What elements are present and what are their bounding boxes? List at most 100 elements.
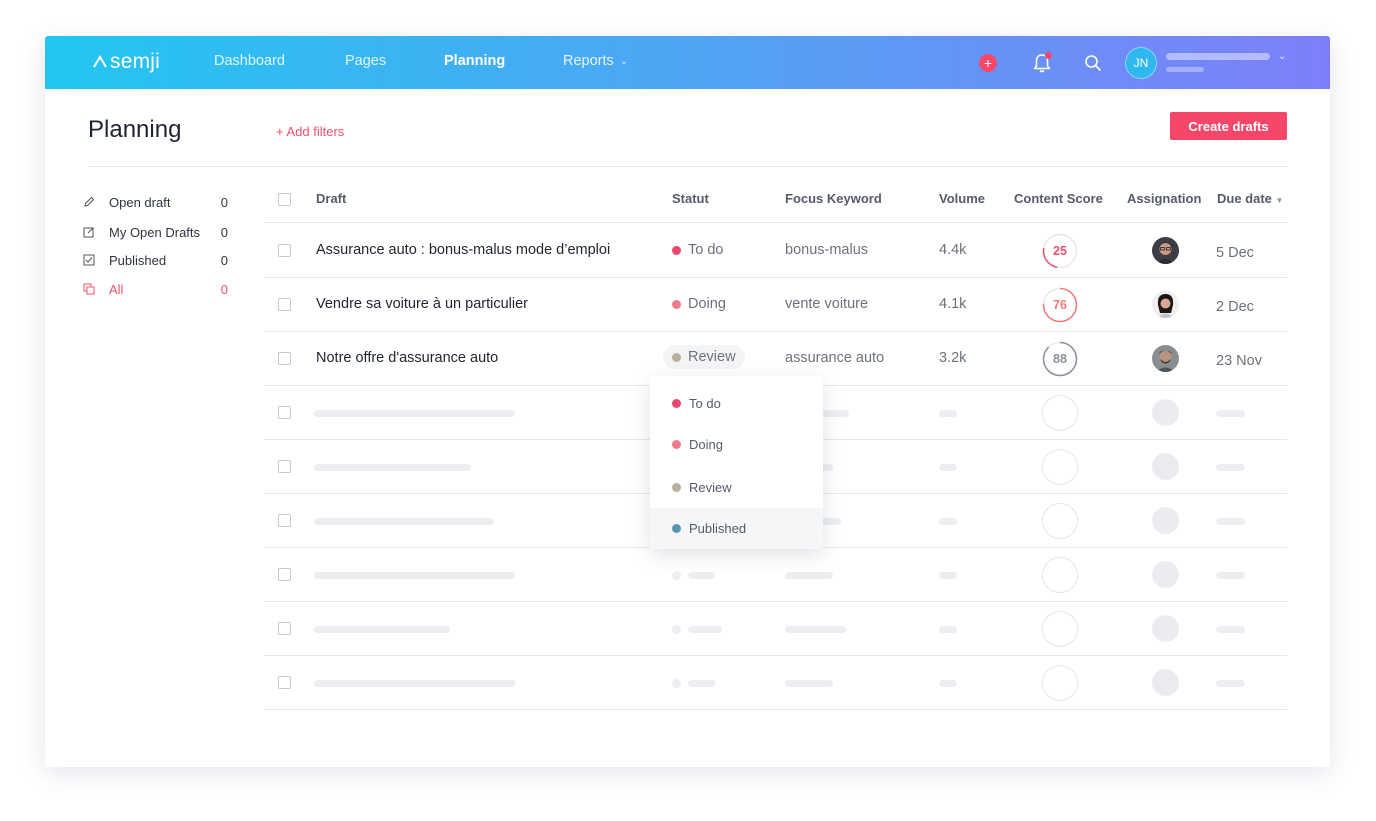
status-cell[interactable]: To do: [672, 242, 723, 258]
sidebar-item-all[interactable]: All 0: [83, 279, 228, 299]
skeleton-score: [1042, 665, 1078, 701]
table-row-placeholder: [264, 548, 1287, 602]
skeleton-bar: [785, 626, 846, 633]
user-menu-chevron-icon[interactable]: ⌄: [1278, 51, 1286, 62]
logo-icon: [93, 55, 107, 68]
skeleton-bar: [314, 410, 515, 417]
status-todo-dot-icon: [672, 245, 681, 255]
nav-pages[interactable]: Pages: [345, 53, 386, 69]
table-row-placeholder: [264, 656, 1287, 710]
column-header-draft[interactable]: Draft: [316, 191, 346, 206]
status-cell-open[interactable]: Review: [663, 345, 745, 369]
search-icon[interactable]: [1084, 54, 1102, 72]
status-option-doing[interactable]: Doing: [650, 424, 823, 465]
skeleton-bar: [939, 518, 957, 525]
add-button[interactable]: +: [979, 54, 997, 72]
skeleton-score: [1042, 395, 1078, 431]
status-cell[interactable]: Doing: [672, 296, 726, 312]
nav-reports-label: Reports: [563, 53, 614, 69]
draft-title[interactable]: Assurance auto : bonus-malus mode d’empl…: [316, 242, 610, 258]
sidebar-item-published[interactable]: Published 0: [83, 250, 228, 270]
sidebar-item-my-open-drafts[interactable]: My Open Drafts 0: [83, 222, 228, 242]
column-header-content-score[interactable]: Content Score: [1014, 191, 1103, 206]
row-checkbox[interactable]: [278, 622, 291, 635]
status-option-published[interactable]: Published: [650, 508, 823, 549]
row-checkbox[interactable]: [278, 460, 291, 473]
skeleton-bar: [688, 572, 715, 579]
status-doing-dot-icon: [672, 299, 681, 309]
row-checkbox[interactable]: [278, 568, 291, 581]
column-header-assignation[interactable]: Assignation: [1127, 191, 1201, 206]
assignee-avatar[interactable]: [1152, 291, 1179, 318]
user-avatar[interactable]: JN: [1125, 47, 1157, 79]
header-divider: [88, 166, 1287, 167]
content-score: 76: [1042, 287, 1078, 323]
row-checkbox[interactable]: [278, 352, 291, 365]
skeleton-score: [1042, 449, 1078, 485]
add-filters-link[interactable]: + Add filters: [276, 124, 344, 139]
option-label: Published: [689, 521, 747, 536]
skeleton-bar: [1216, 626, 1245, 633]
skeleton-bar: [1216, 464, 1245, 471]
checkbox-icon: [83, 254, 95, 266]
column-header-due-date[interactable]: Due date ▼: [1217, 191, 1283, 206]
skeleton-bar: [314, 518, 494, 525]
select-all-checkbox[interactable]: [278, 193, 291, 206]
page-title: Planning: [88, 116, 182, 143]
skeleton-bar: [1216, 680, 1245, 687]
focus-keyword: vente voiture: [785, 296, 869, 312]
edit-icon: [83, 227, 94, 238]
row-checkbox[interactable]: [278, 298, 291, 311]
sidebar-item-count: 0: [220, 252, 228, 268]
row-checkbox[interactable]: [278, 514, 291, 527]
assignee-avatar[interactable]: [1152, 237, 1179, 264]
status-review-dot-icon: [672, 352, 681, 362]
skeleton-dot: [672, 625, 681, 634]
column-header-volume[interactable]: Volume: [939, 191, 985, 206]
nav-planning[interactable]: Planning: [444, 53, 505, 69]
status-review-dot-icon: [672, 483, 681, 492]
due-date: 2 Dec: [1216, 299, 1254, 315]
skeleton-score: [1042, 557, 1078, 593]
skeleton-avatar: [1152, 453, 1179, 480]
nav-reports[interactable]: Reports ⌄: [563, 53, 628, 69]
skeleton-bar: [688, 680, 715, 687]
table-header: Draft Statut Focus Keyword Volume Conten…: [264, 176, 1287, 223]
skeleton-bar: [939, 464, 957, 471]
sidebar-item-open-draft[interactable]: Open draft 0: [83, 192, 228, 212]
row-checkbox[interactable]: [278, 244, 291, 257]
option-label: To do: [689, 396, 721, 411]
skeleton-bar: [688, 626, 722, 633]
user-email-redacted: [1166, 67, 1204, 72]
status-published-dot-icon: [672, 524, 681, 533]
row-checkbox[interactable]: [278, 676, 291, 689]
sidebar-item-label: My Open Drafts: [109, 224, 201, 240]
skeleton-bar: [314, 680, 515, 687]
skeleton-avatar: [1152, 561, 1179, 588]
sidebar-item-label: Open draft: [109, 194, 171, 210]
skeleton-bar: [939, 626, 957, 633]
nav-dashboard[interactable]: Dashboard: [214, 53, 285, 69]
row-checkbox[interactable]: [278, 406, 291, 419]
draft-title[interactable]: Notre offre d'assurance auto: [316, 350, 498, 366]
skeleton-bar: [939, 680, 957, 687]
status-option-review[interactable]: Review: [650, 467, 823, 508]
draft-title[interactable]: Vendre sa voiture à un particulier: [316, 296, 528, 312]
skeleton-avatar: [1152, 507, 1179, 534]
assignee-avatar[interactable]: [1152, 345, 1179, 372]
copy-icon: [83, 283, 95, 295]
skeleton-bar: [785, 680, 833, 687]
create-drafts-button[interactable]: Create drafts: [1170, 112, 1287, 140]
status-todo-dot-icon: [672, 399, 681, 408]
table-row[interactable]: Assurance auto : bonus-malus mode d’empl…: [264, 224, 1287, 278]
status-option-todo[interactable]: To do: [650, 383, 823, 424]
logo[interactable]: semji: [93, 50, 160, 74]
skeleton-avatar: [1152, 669, 1179, 696]
sidebar-item-count: 0: [220, 194, 228, 210]
column-header-focus-keyword[interactable]: Focus Keyword: [785, 191, 882, 206]
table-row[interactable]: Vendre sa voiture à un particulier Doing…: [264, 278, 1287, 332]
column-header-statut[interactable]: Statut: [672, 191, 709, 206]
skeleton-dot: [672, 571, 681, 580]
app-window: semji Dashboard Pages Planning Reports ⌄ …: [45, 36, 1330, 767]
pencil-icon: [84, 196, 95, 207]
